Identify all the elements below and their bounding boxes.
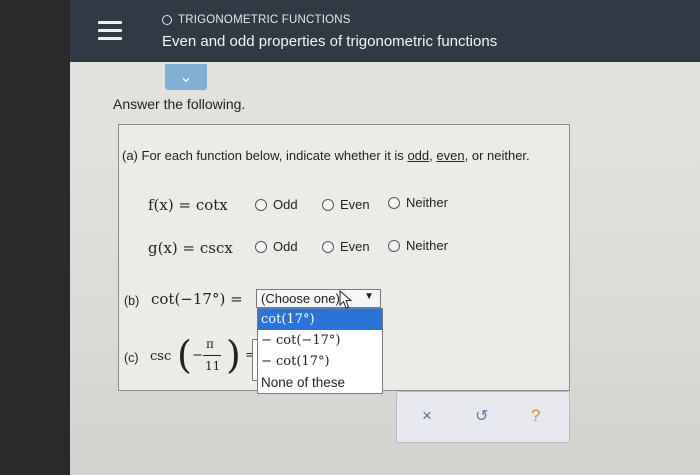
radio-f-odd[interactable]: Odd: [255, 197, 298, 212]
radio-circle-icon: [255, 240, 267, 253]
expand-tab[interactable]: ⌄: [165, 64, 207, 90]
dropdown-list: cot(17°) − cot(−17°) − cot(17°) None of …: [257, 308, 383, 394]
part-a-label: (a) For each function below, indicate wh…: [122, 148, 530, 163]
radio-g-even[interactable]: Even: [322, 239, 370, 254]
menu-icon[interactable]: [98, 21, 122, 41]
topic-ring-icon: [162, 15, 172, 25]
radio-g-odd[interactable]: Odd: [255, 239, 298, 254]
dropdown-option[interactable]: cot(17°): [258, 309, 382, 330]
dropdown-option[interactable]: None of these: [258, 372, 382, 393]
radio-g-neither[interactable]: Neither: [388, 238, 448, 253]
radio-circle-icon: [255, 198, 267, 211]
function-f: f(x) = cotx: [148, 196, 228, 214]
action-bar: × ↺ ?: [396, 391, 570, 443]
radio-circle-icon: [322, 240, 334, 253]
select-value: (Choose one): [261, 291, 340, 306]
dropdown-arrow-icon: ▼: [364, 291, 374, 302]
header-bar: TRIGONOMETRIC FUNCTIONS Even and odd pro…: [70, 0, 700, 62]
even-word: even: [436, 148, 465, 163]
close-icon[interactable]: ×: [422, 406, 432, 426]
radio-circle-icon: [388, 196, 400, 209]
radio-f-neither[interactable]: Neither: [388, 195, 448, 210]
radio-circle-icon: [322, 198, 334, 211]
prompt-text: Answer the following.: [113, 96, 246, 112]
help-icon[interactable]: ?: [531, 406, 540, 426]
part-c-expression: csc ( − π 11 ) =: [150, 333, 256, 377]
undo-icon[interactable]: ↺: [475, 406, 488, 426]
topic-text: TRIGONOMETRIC FUNCTIONS: [178, 14, 351, 26]
radio-f-even[interactable]: Even: [322, 197, 370, 212]
topic-label: TRIGONOMETRIC FUNCTIONS: [162, 14, 351, 26]
radio-circle-icon: [388, 239, 400, 252]
part-c-label: (c): [124, 351, 139, 365]
part-b-label: (b): [124, 294, 140, 308]
function-g: g(x) = cscx: [148, 239, 233, 257]
part-b-expression: cot(−17°) =: [151, 290, 243, 308]
odd-word: odd: [407, 148, 430, 163]
dropdown-option[interactable]: − cot(17°): [258, 351, 382, 372]
dropdown-option[interactable]: − cot(−17°): [258, 330, 382, 351]
answer-select[interactable]: (Choose one) ▼: [256, 289, 381, 308]
page-title: Even and odd properties of trigonometric…: [162, 33, 498, 50]
mouse-cursor-icon: [339, 290, 353, 309]
chevron-down-icon: ⌄: [179, 69, 193, 86]
